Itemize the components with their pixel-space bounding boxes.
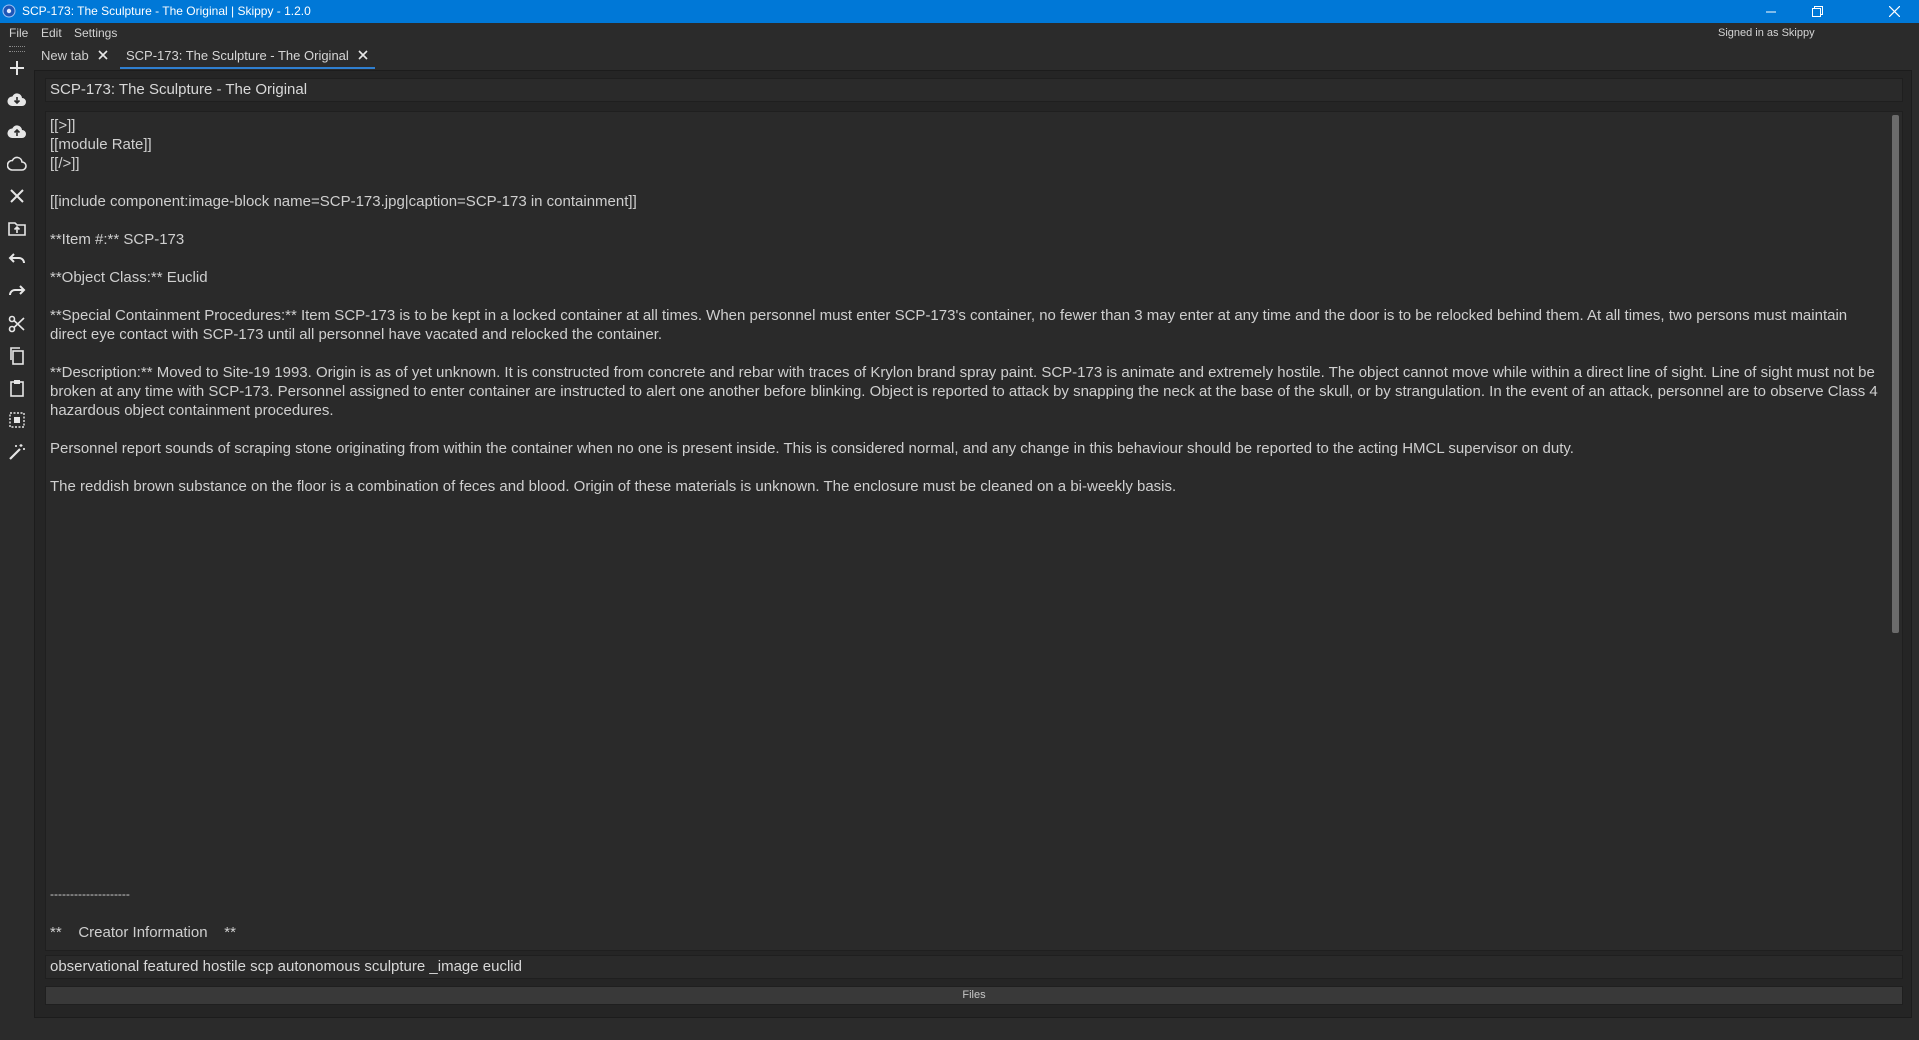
download-button[interactable] bbox=[4, 87, 30, 113]
restore-icon bbox=[1811, 6, 1823, 17]
tab-label: SCP-173: The Sculpture - The Original bbox=[126, 47, 349, 63]
menu-edit[interactable]: Edit bbox=[41, 26, 62, 40]
editor-footer: -------------------- ** Creator Informat… bbox=[50, 885, 236, 942]
redo-icon bbox=[9, 285, 26, 296]
editor-line: -------------------- bbox=[50, 887, 130, 901]
files-button[interactable]: Files bbox=[45, 986, 1903, 1005]
restore-button[interactable] bbox=[1794, 0, 1840, 23]
paste-button[interactable] bbox=[4, 375, 30, 401]
cloud-icon bbox=[7, 156, 27, 171]
scrollbar-thumb[interactable] bbox=[1892, 115, 1899, 633]
tab-scp-173[interactable]: SCP-173: The Sculpture - The Original bbox=[120, 43, 375, 69]
tab-bar: New tab SCP-173: The Sculpture - The Ori… bbox=[34, 43, 1919, 69]
cloud-button[interactable] bbox=[4, 151, 30, 177]
select-all-button[interactable] bbox=[4, 407, 30, 433]
paste-icon bbox=[10, 380, 24, 397]
left-toolbar bbox=[0, 43, 34, 1040]
redo-button[interactable] bbox=[4, 279, 30, 305]
title-bar: SCP-173: The Sculpture - The Original | … bbox=[0, 0, 1919, 23]
editor-line: [[/>]] bbox=[50, 155, 80, 172]
new-page-button[interactable] bbox=[4, 55, 30, 81]
select-all-icon bbox=[9, 412, 25, 428]
editor-line: [[module Rate]] bbox=[50, 136, 152, 153]
toolbar-grip-handle[interactable] bbox=[9, 46, 25, 52]
upload-button[interactable] bbox=[4, 119, 30, 145]
menu-file[interactable]: File bbox=[9, 26, 28, 40]
undo-button[interactable] bbox=[4, 247, 30, 273]
magic-wand-icon bbox=[9, 444, 25, 460]
tags-input[interactable]: observational featured hostile scp auton… bbox=[45, 955, 1903, 979]
editor-line: **Special Containment Procedures:** Item… bbox=[50, 307, 1852, 343]
editor-line: The reddish brown substance on the floor… bbox=[50, 478, 1177, 495]
editor-line: **Description:** Moved to Site-19 1993. … bbox=[50, 364, 1882, 419]
folder-upload-icon bbox=[8, 222, 26, 236]
close-icon bbox=[10, 189, 24, 203]
window-title: SCP-173: The Sculpture - The Original | … bbox=[22, 4, 311, 18]
cloud-upload-icon bbox=[7, 125, 26, 138]
source-editor[interactable]: [[>]] [[module Rate]] [[/>]] [[include c… bbox=[45, 111, 1903, 951]
signed-in-status: Signed in as Skippy bbox=[1718, 27, 1815, 39]
editor-line: Personnel report sounds of scraping ston… bbox=[50, 440, 1574, 457]
editor-line: **Object Class:** Euclid bbox=[50, 269, 208, 286]
close-icon[interactable] bbox=[97, 49, 109, 61]
close-window-button[interactable] bbox=[1871, 0, 1917, 23]
menu-bar: File Edit Settings Signed in as Skippy bbox=[0, 23, 1919, 43]
add-icon bbox=[10, 61, 24, 75]
close-icon bbox=[1888, 6, 1900, 17]
open-folder-button[interactable] bbox=[4, 215, 30, 241]
close-page-button[interactable] bbox=[4, 183, 30, 209]
auto-format-button[interactable] bbox=[4, 439, 30, 465]
editor-line: ** Creator Information ** bbox=[50, 924, 236, 941]
cut-button[interactable] bbox=[4, 311, 30, 337]
close-icon[interactable] bbox=[357, 49, 369, 61]
editor-scrollbar[interactable] bbox=[1888, 112, 1902, 950]
minimize-button[interactable] bbox=[1748, 0, 1794, 23]
editor-line: [[>]] bbox=[50, 117, 76, 134]
tab-new[interactable]: New tab bbox=[41, 43, 109, 67]
cloud-download-icon bbox=[7, 93, 26, 106]
editor-content[interactable]: [[>]] [[module Rate]] [[/>]] [[include c… bbox=[50, 116, 1886, 496]
app-logo-icon bbox=[2, 4, 16, 18]
minimize-icon bbox=[1766, 11, 1776, 12]
editor-pane: SCP-173: The Sculpture - The Original [[… bbox=[34, 70, 1912, 1018]
menu-settings[interactable]: Settings bbox=[74, 26, 117, 40]
copy-button[interactable] bbox=[4, 343, 30, 369]
cut-icon bbox=[8, 315, 25, 333]
editor-line: **Item #:** SCP-173 bbox=[50, 231, 185, 248]
tab-label: New tab bbox=[41, 47, 89, 63]
undo-icon bbox=[8, 253, 25, 264]
copy-icon bbox=[10, 347, 24, 365]
page-title-input[interactable]: SCP-173: The Sculpture - The Original bbox=[45, 78, 1903, 102]
editor-line: [[include component:image-block name=SCP… bbox=[50, 193, 637, 210]
